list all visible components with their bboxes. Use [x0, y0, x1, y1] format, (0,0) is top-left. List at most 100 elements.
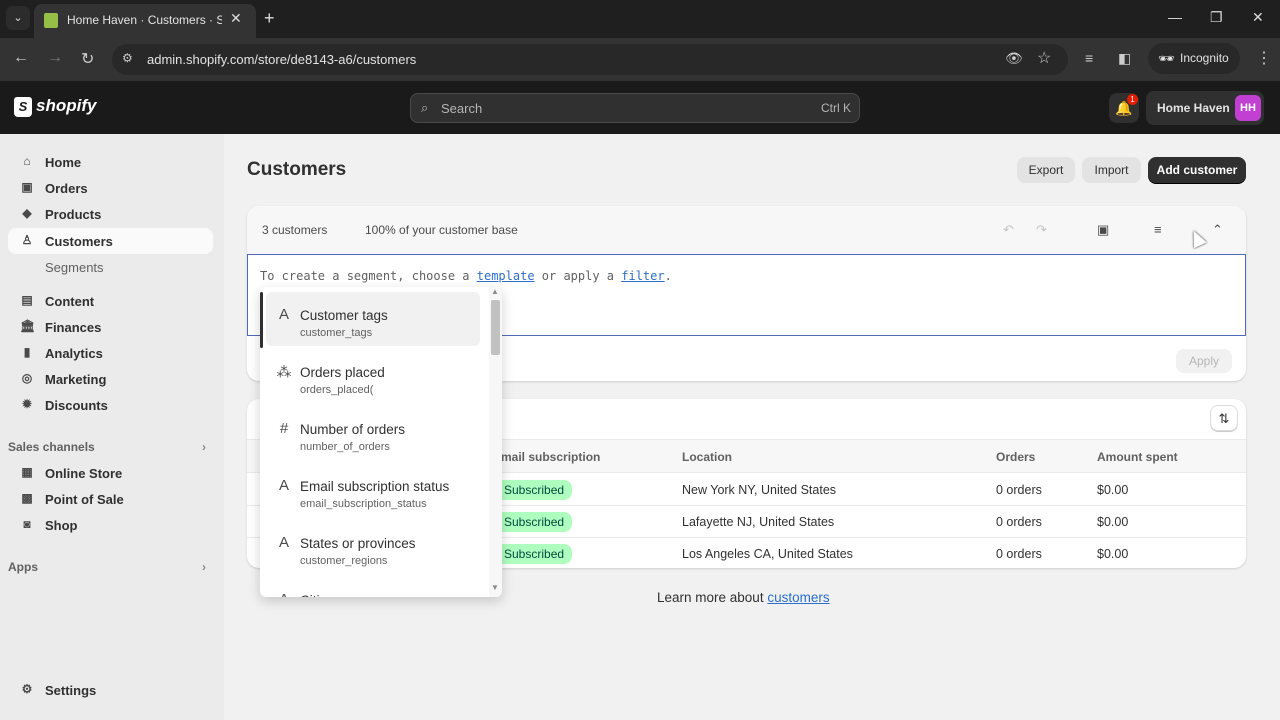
sidebar-item-segments[interactable]: Segments	[8, 254, 213, 280]
hint-text: or apply a	[534, 269, 622, 283]
bookmark-star-icon[interactable]: ☆	[1037, 48, 1051, 68]
sidebar-item-shop[interactable]: ◙ Shop	[8, 512, 213, 538]
option-label: Number of orders	[300, 422, 406, 437]
column-header[interactable]: Orders	[996, 450, 1035, 464]
amount-cell: $0.00	[1097, 515, 1129, 529]
amount-cell: $0.00	[1097, 547, 1129, 561]
sidebar-item-products[interactable]: ◆ Products	[8, 201, 213, 227]
location-cell: Lafayette NJ, United States	[682, 515, 835, 529]
back-icon[interactable]: ←	[13, 49, 29, 67]
home-icon: ⌂	[23, 154, 31, 168]
site-info-icon[interactable]: ⚙	[122, 51, 133, 65]
sidebar-item-label: Content	[45, 294, 95, 309]
orders-cell: 0 orders	[996, 515, 1042, 529]
scrollbar-thumb[interactable]	[491, 300, 500, 355]
tab-title: Home Haven · Customers · Shopify	[67, 13, 222, 27]
add-customer-button[interactable]: Add customer	[1148, 157, 1246, 183]
dropdown-scrollbar[interactable]: ▲ ▼	[489, 287, 502, 597]
hint-text: .	[664, 269, 672, 283]
tab-search-chevron-icon[interactable]: ⌄	[6, 6, 30, 30]
notifications-button[interactable]: 🔔 1	[1109, 93, 1139, 123]
customers-help-link[interactable]: customers	[767, 590, 829, 605]
filter-option[interactable]: A States or provinces customer_regions	[266, 520, 480, 574]
sidebar-item-home[interactable]: ⌂ Home	[8, 149, 213, 175]
window-close-icon[interactable]: ✕	[1252, 9, 1264, 26]
sidebar-item-marketing[interactable]: ◎ Marketing	[8, 366, 213, 392]
active-indicator	[260, 292, 263, 348]
url-text: admin.shopify.com/store/de8143-a6/custom…	[147, 52, 417, 67]
sidebar-item-orders[interactable]: ▣ Orders	[8, 175, 213, 201]
apps-header[interactable]: Apps ›	[8, 560, 208, 574]
filter-option[interactable]: A Customer tags customer_tags	[266, 292, 480, 346]
discount-icon: ✹	[21, 397, 33, 411]
option-field: customer_tags	[300, 327, 373, 339]
store-menu-button[interactable]: Home Haven HH	[1146, 91, 1264, 125]
sidebar-item-point-of-sale[interactable]: ▩ Point of Sale	[8, 486, 213, 512]
sidebar-item-customers[interactable]: ♙ Customers	[8, 228, 213, 254]
tag-icon: ◆	[22, 206, 32, 220]
filter-option[interactable]: A Email subscription status email_subscrip…	[266, 463, 480, 517]
minimize-icon[interactable]: —	[1168, 9, 1182, 25]
sidebar-item-finances[interactable]: 🏛 Finances	[8, 314, 213, 340]
browser-menu-icon[interactable]: ⋮	[1256, 48, 1272, 68]
filter-option[interactable]: # Number of orders number_of_orders	[266, 406, 480, 460]
sidebar: ⌂ Home ▣ Orders ◆ Products ♙ Customers Segme…	[0, 134, 224, 720]
segment-header: 3 customers 100% of your customer base ↶…	[247, 206, 1246, 254]
logo-text: shopify	[36, 96, 97, 115]
learn-more-text: Learn more about	[657, 590, 768, 605]
sidebar-item-discounts[interactable]: ✹ Discounts	[8, 392, 213, 418]
scroll-up-icon[interactable]: ▲	[491, 287, 499, 296]
page-title: Customers	[247, 159, 347, 180]
filter-option[interactable]: A Cities	[266, 577, 480, 597]
filter-option[interactable]: ⁂ Orders placed orders_placed(	[266, 349, 480, 403]
search-input[interactable]: ⌕ Search Ctrl K	[410, 93, 860, 123]
content-icon: ▤	[21, 293, 33, 307]
shopify-logo[interactable]: Sshopify	[14, 96, 96, 117]
tab-close-icon[interactable]: ✕	[230, 10, 242, 27]
side-panel-icon[interactable]: ◧	[1118, 50, 1131, 67]
chevron-up-icon[interactable]: ⌃	[1212, 222, 1223, 238]
scroll-down-icon[interactable]: ▼	[491, 583, 499, 592]
person-icon: ♙	[21, 233, 33, 247]
media-controls-icon[interactable]: ≡	[1085, 50, 1093, 66]
sales-channels-header[interactable]: Sales channels ›	[8, 440, 208, 454]
filter-icon[interactable]: ≡	[1154, 222, 1162, 237]
template-link[interactable]: template	[477, 269, 535, 283]
export-button[interactable]: Export	[1017, 157, 1075, 183]
sidebar-item-content[interactable]: ▤ Content	[8, 288, 213, 314]
section-label: Apps	[8, 560, 38, 574]
sidebar-item-online-store[interactable]: ▦ Online Store	[8, 460, 213, 486]
option-field: email_subscription_status	[300, 498, 427, 510]
sidebar-item-label: Finances	[45, 320, 102, 335]
sidebar-item-analytics[interactable]: ▮ Analytics	[8, 340, 213, 366]
apply-button[interactable]: Apply	[1176, 349, 1232, 373]
undo-icon[interactable]: ↶	[1003, 222, 1014, 238]
status-badge: Subscribed	[496, 480, 573, 500]
reload-icon[interactable]: ↻	[81, 49, 94, 69]
column-header[interactable]: mail subscription	[501, 450, 600, 464]
sidebar-item-settings[interactable]: ⚙ Settings	[8, 677, 213, 703]
incognito-label: Incognito	[1180, 51, 1229, 65]
customer-base-percent: 100% of your customer base	[365, 223, 518, 237]
bank-icon: 🏛	[20, 319, 36, 333]
orders-icon: ▣	[21, 180, 33, 194]
incognito-indicator[interactable]: 🕶 Incognito	[1148, 43, 1240, 74]
column-header[interactable]: Amount spent	[1097, 450, 1178, 464]
restore-icon[interactable]: ❐	[1210, 9, 1223, 26]
template-icon[interactable]: ▣	[1097, 222, 1109, 238]
import-button[interactable]: Import	[1082, 157, 1141, 183]
url-field[interactable]: ⚙ admin.shopify.com/store/de8143-a6/cust…	[112, 44, 1068, 75]
text-type-icon: A	[278, 306, 289, 323]
notification-badge: 1	[1127, 94, 1138, 105]
sort-button[interactable]: ⇅	[1210, 405, 1238, 431]
sidebar-item-label: Orders	[45, 181, 88, 196]
forward-icon[interactable]: →	[47, 49, 63, 67]
option-label: Cities	[300, 593, 334, 597]
new-tab-icon[interactable]: +	[264, 8, 275, 29]
tracking-blocked-eye-icon[interactable]: 👁	[1005, 50, 1023, 67]
incognito-icon: 🕶	[1158, 51, 1175, 66]
browser-tab[interactable]: Home Haven · Customers · Shopify ✕	[34, 4, 256, 38]
redo-icon[interactable]: ↷	[1036, 222, 1047, 238]
filter-link[interactable]: filter	[621, 269, 664, 283]
column-header[interactable]: Location	[682, 450, 732, 464]
